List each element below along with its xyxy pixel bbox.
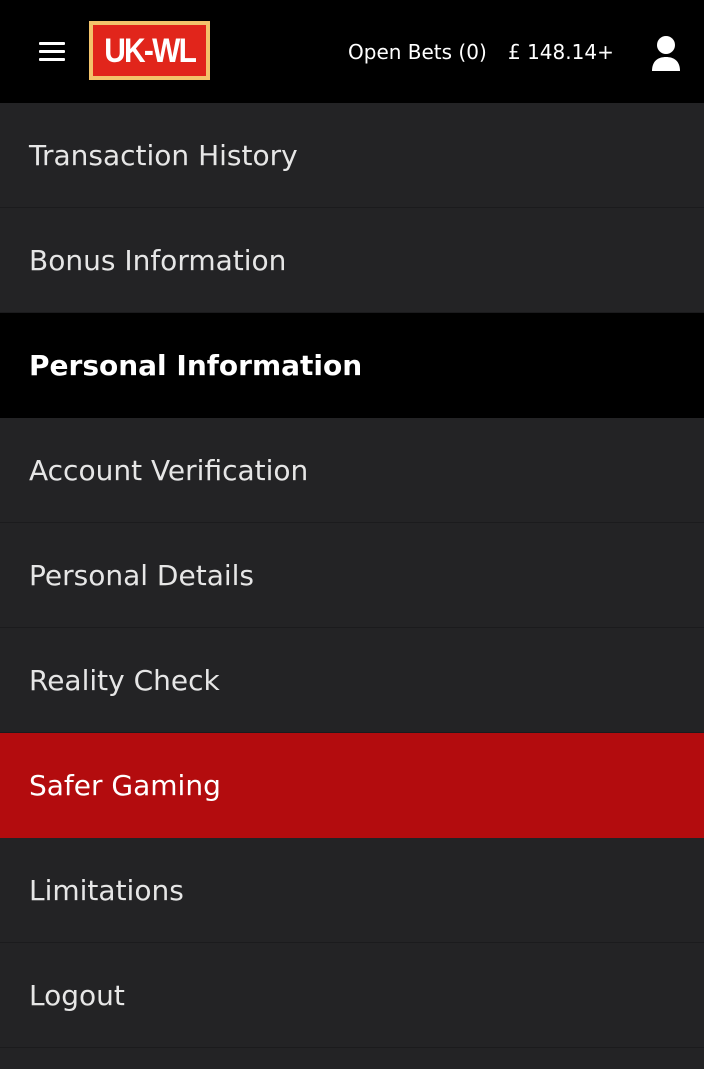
user-icon[interactable] [650, 35, 682, 71]
menu-item-label: Reality Check [29, 663, 220, 697]
menu-heading-personal-information: Personal Information [0, 313, 704, 418]
menu-item-label: Account Verification [29, 453, 309, 487]
menu-item-personal-details[interactable]: Personal Details [0, 523, 704, 628]
open-bets-link[interactable]: Open Bets (0) [348, 38, 487, 66]
menu-heading-label: Personal Information [29, 349, 363, 382]
menu-item-label: Personal Details [29, 558, 254, 592]
logo-text: UK-WL [104, 31, 197, 70]
menu-item-reality-check[interactable]: Reality Check [0, 628, 704, 733]
menu-item-account-verification[interactable]: Account Verification [0, 418, 704, 523]
hamburger-menu-icon[interactable] [39, 42, 65, 62]
menu-item-label: Bonus Information [29, 243, 287, 277]
account-menu: Transaction History Bonus Information Pe… [0, 103, 704, 1048]
top-header: UK-WL Open Bets (0) £ 148.14+ [0, 0, 704, 103]
menu-item-bonus-information[interactable]: Bonus Information [0, 208, 704, 313]
hamburger-line [39, 58, 65, 61]
hamburger-line [39, 50, 65, 53]
menu-item-label: Logout [29, 978, 125, 1012]
menu-item-logout[interactable]: Logout [0, 943, 704, 1048]
hamburger-line [39, 42, 65, 45]
menu-item-safer-gaming[interactable]: Safer Gaming [0, 733, 704, 838]
menu-item-label: Limitations [29, 873, 184, 907]
menu-item-limitations[interactable]: Limitations [0, 838, 704, 943]
menu-item-transaction-history[interactable]: Transaction History [0, 103, 704, 208]
menu-item-label: Transaction History [29, 138, 298, 172]
site-logo[interactable]: UK-WL [89, 21, 210, 80]
account-balance[interactable]: £ 148.14+ [508, 38, 614, 66]
menu-item-label: Safer Gaming [29, 769, 221, 802]
